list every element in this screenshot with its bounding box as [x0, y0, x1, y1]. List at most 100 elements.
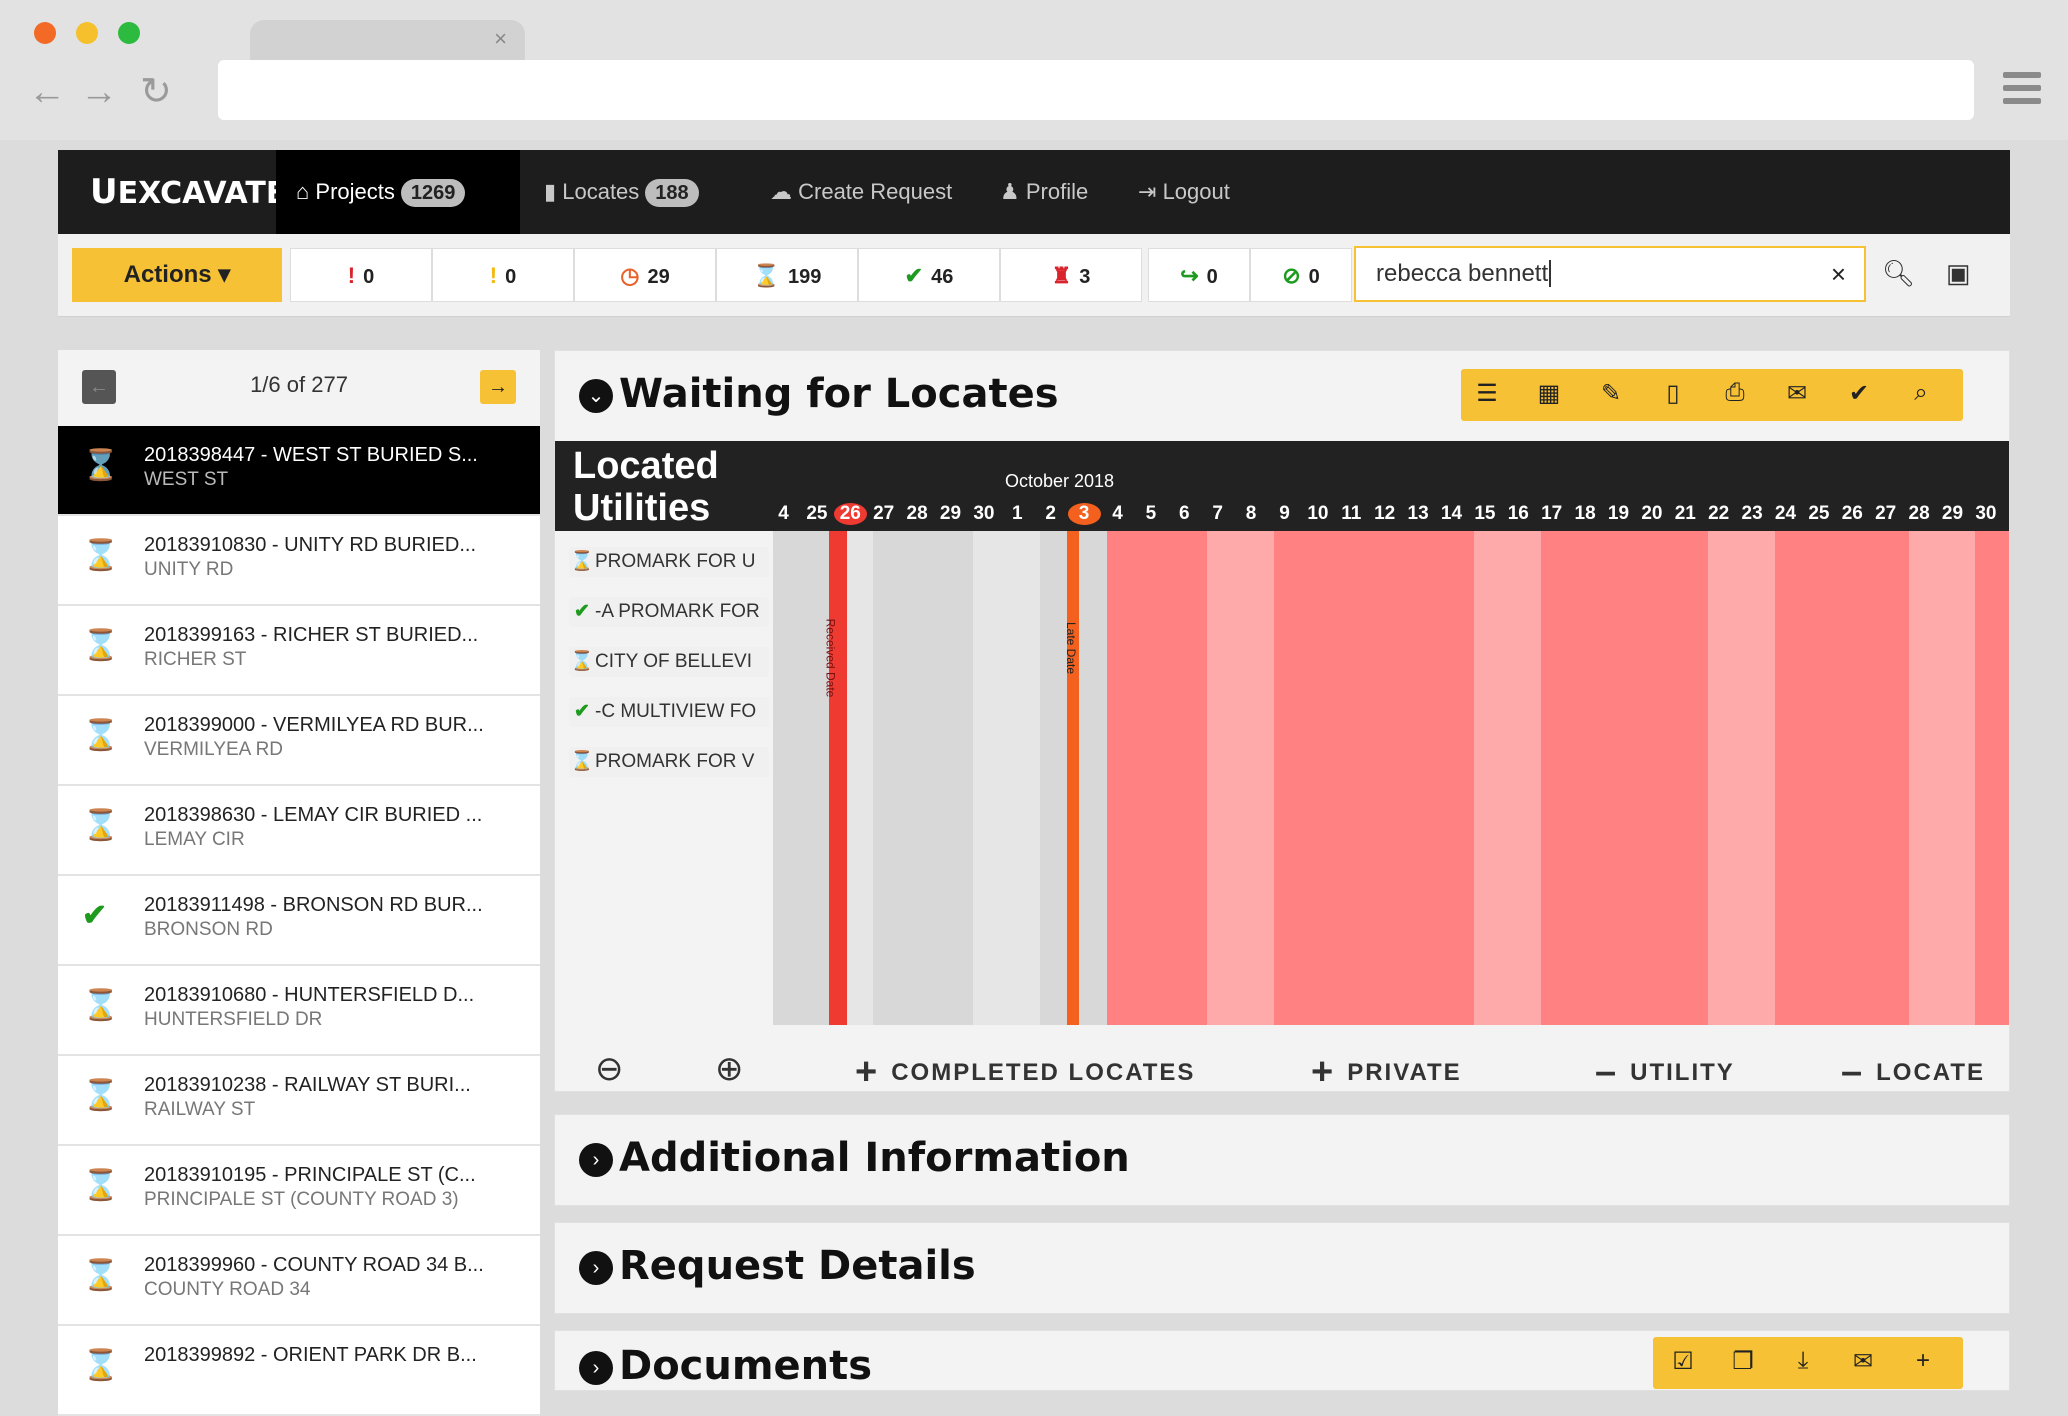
copy-icon[interactable]: ❐	[1723, 1347, 1763, 1376]
email-icon[interactable]: ✉	[1843, 1347, 1883, 1376]
hourglass-icon: ⌛	[82, 809, 120, 842]
panel-title: Waiting for Locates	[619, 371, 1059, 417]
list-item[interactable]: ⌛ 2018399960 - COUNTY ROAD 34 B... COUNTY …	[58, 1236, 540, 1326]
expand-chevron-icon[interactable]: ›	[579, 1351, 613, 1385]
check-icon: ✔	[574, 701, 590, 722]
list-item[interactable]: ⌛ 2018398630 - LEMAY CIR BURIED ... LEMAY …	[58, 786, 540, 876]
archive-icon[interactable]: ▣	[1946, 258, 1971, 289]
logo[interactable]: UEXCAVATE	[90, 172, 286, 212]
checkbox-icon[interactable]: ☑	[1663, 1347, 1703, 1376]
list-item-title: 20183910830 - UNITY RD BURIED...	[144, 534, 477, 556]
list-item[interactable]: ⌛ 2018399163 - RICHER ST BURIED... RICHER …	[58, 606, 540, 696]
utility-item[interactable]: ⌛CITY OF BELLEVI	[569, 647, 769, 677]
list-item[interactable]: ⌛ 20183910830 - UNITY RD BURIED... UNITY R…	[58, 516, 540, 606]
list-item[interactable]: ⌛ 2018399000 - VERMILYEA RD BUR... VERMILY…	[58, 696, 540, 786]
hourglass-icon: ⌛	[82, 629, 120, 662]
reload-icon[interactable]: ↻	[140, 72, 172, 112]
maximize-window-button[interactable]	[118, 22, 140, 44]
document-search-icon[interactable]: ⌕	[1901, 379, 1941, 407]
utility-item[interactable]: ✔ -A PROMARK FOR	[569, 597, 769, 627]
list-item[interactable]: ⌛ 20183910195 - PRINCIPALE ST (C... PRINCI…	[58, 1146, 540, 1236]
list-item[interactable]: ⌛ 2018399892 - ORIENT PARK DR B...	[58, 1326, 540, 1416]
located-utilities-title: Located Utilities	[573, 445, 719, 529]
checkmark-icon[interactable]: ✔	[1839, 379, 1879, 408]
legend-item[interactable]: – LOCATE	[1841, 1051, 1985, 1094]
nav-projects-label: Projects	[315, 179, 395, 204]
stat-value: 46	[931, 266, 954, 288]
nav-logout[interactable]: ⇥ Logout	[1138, 150, 1230, 234]
list-item-title: 2018399000 - VERMILYEA RD BUR...	[144, 714, 484, 736]
email-icon[interactable]: ✉	[1777, 379, 1817, 408]
list-item-title: 20183910238 - RAILWAY ST BURI...	[144, 1074, 471, 1096]
stat-urgent[interactable]: ! 0	[290, 248, 432, 302]
nav-locates[interactable]: ▮ Locates 188	[544, 150, 699, 234]
timeline-day-column	[1374, 531, 1409, 1025]
stat-share[interactable]: ↪ 0	[1148, 248, 1250, 302]
browser-tab[interactable]: ×	[250, 20, 525, 62]
timeline-day-column	[1407, 531, 1442, 1025]
utility-item[interactable]: ⌛PROMARK FOR U	[569, 547, 769, 577]
list-item-title: 20183910680 - HUNTERSFIELD D...	[144, 984, 475, 1006]
legend-item[interactable]: + PRIVATE	[1311, 1051, 1462, 1094]
list-item[interactable]: ⌛ 2018398447 - WEST ST BURIED S... WEST ST	[58, 426, 540, 516]
forward-arrow-icon[interactable]: →	[80, 72, 118, 112]
clear-search-icon[interactable]: ×	[1831, 248, 1846, 300]
list-item[interactable]: ✔ 20183911498 - BRONSON RD BUR... BRONSON …	[58, 876, 540, 966]
download-icon[interactable]: ⤓	[1783, 1347, 1823, 1375]
nav-profile[interactable]: ♟ Profile	[1000, 150, 1088, 234]
stat-hourglass[interactable]: ⌛ 199	[716, 248, 858, 302]
hourglass-icon: ⌛	[82, 1169, 120, 1202]
zoom-out-icon[interactable]: ⊖	[595, 1049, 624, 1089]
utility-item[interactable]: ⌛PROMARK FOR V	[569, 747, 769, 777]
expand-chevron-icon[interactable]: ›	[579, 1251, 613, 1285]
print-icon[interactable]: ⎙	[1715, 379, 1755, 407]
stat-value: 0	[363, 266, 375, 288]
stat-person[interactable]: ♜ 3	[1000, 248, 1142, 302]
additional-information-panel[interactable]: › Additional Information	[554, 1114, 2010, 1206]
stat-check-circle[interactable]: ⊘ 0	[1250, 248, 1352, 302]
nav-create-request[interactable]: ☁ Create Request	[770, 150, 952, 234]
search-icon[interactable]: 🔍︎	[1882, 258, 1915, 289]
day-label: 22	[1708, 503, 1730, 524]
day-label: 7	[1212, 503, 1223, 524]
list-icon[interactable]: ☰	[1467, 379, 1507, 408]
hourglass-icon: ⌛	[82, 1079, 120, 1112]
pdf-icon[interactable]: ▯	[1653, 379, 1693, 408]
stat-check[interactable]: ✔ 46	[858, 248, 1000, 302]
close-window-button[interactable]	[34, 22, 56, 44]
legend-item[interactable]: – UTILITY	[1595, 1051, 1735, 1094]
magic-wand-icon[interactable]: ✎	[1591, 379, 1631, 408]
actions-dropdown[interactable]: Actions ▾	[72, 248, 282, 302]
check-circle-icon: ⊘	[1282, 263, 1301, 288]
day-label: 29	[1941, 503, 1964, 524]
stat-clock[interactable]: ◷ 29	[574, 248, 716, 302]
collapse-chevron-icon[interactable]: ⌄	[579, 379, 613, 413]
legend-item[interactable]: + COMPLETED LOCATES	[855, 1051, 1195, 1094]
address-bar[interactable]	[218, 60, 1974, 120]
utility-item[interactable]: ✔ -C MULTIVIEW FO	[569, 697, 769, 727]
day-label: 16	[1507, 503, 1529, 524]
day-label: 8	[1245, 503, 1257, 524]
search-input[interactable]: rebecca bennett ×	[1354, 246, 1866, 302]
documents-panel[interactable]: › Documents ☑ ❐ ⤓ ✉ +	[554, 1330, 2010, 1391]
hourglass-icon: ⌛	[82, 989, 120, 1022]
list-item-subtitle: LEMAY CIR	[144, 829, 245, 850]
share-icon: ↪	[1180, 263, 1199, 288]
tab-close-icon[interactable]: ×	[494, 26, 507, 52]
urgent-icon: !	[347, 263, 356, 288]
list-item[interactable]: ⌛ 20183910238 - RAILWAY ST BURI... RAILWAY…	[58, 1056, 540, 1146]
day-label: 28	[1908, 503, 1930, 524]
browser-menu-icon[interactable]	[2003, 72, 2041, 111]
add-icon[interactable]: +	[1903, 1347, 1943, 1375]
back-arrow-icon[interactable]: ←	[28, 72, 66, 112]
list-item[interactable]: ⌛ 20183910680 - HUNTERSFIELD D... HUNTERSF…	[58, 966, 540, 1056]
calendar-icon[interactable]: ▦	[1529, 379, 1569, 408]
stat-value: 3	[1079, 266, 1091, 288]
minimize-window-button[interactable]	[76, 22, 98, 44]
next-page-button[interactable]: →	[480, 370, 516, 404]
expand-chevron-icon[interactable]: ›	[579, 1143, 613, 1177]
zoom-in-icon[interactable]: ⊕	[715, 1049, 744, 1089]
stat-warning[interactable]: ! 0	[432, 248, 574, 302]
request-details-panel[interactable]: › Request Details	[554, 1222, 2010, 1314]
nav-projects[interactable]: ⌂ Projects 1269	[276, 150, 520, 234]
